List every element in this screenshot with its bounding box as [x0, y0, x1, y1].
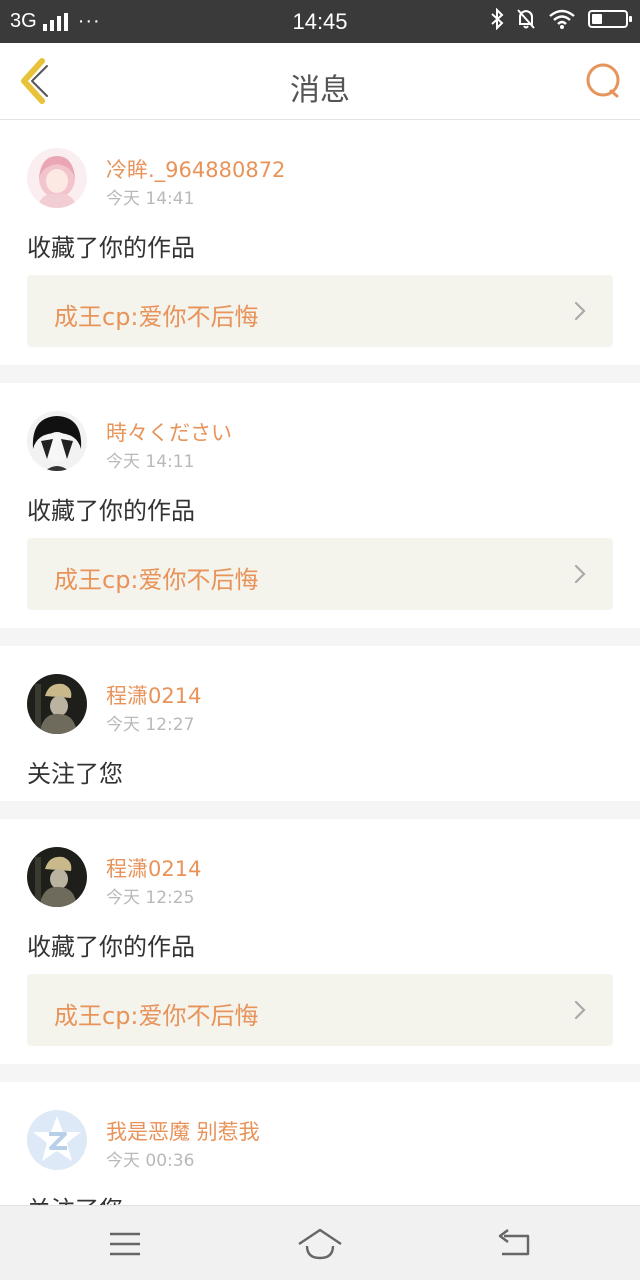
chevron-right-icon	[574, 564, 586, 584]
avatar[interactable]	[27, 411, 87, 471]
timestamp: 今天 12:25	[106, 888, 195, 908]
notification-card[interactable]: 時々ください 今天 14:11 收藏了你的作品 成王cp:爱你不后悔	[0, 383, 640, 628]
chevron-right-icon	[574, 301, 586, 321]
chevron-right-icon	[574, 1000, 586, 1020]
action-text: 收藏了你的作品	[27, 497, 195, 525]
work-title: 成王cp:爱你不后悔	[54, 303, 259, 331]
avatar[interactable]	[27, 148, 87, 208]
timestamp: 今天 14:11	[106, 452, 195, 472]
avatar[interactable]	[27, 847, 87, 907]
username[interactable]: 程潇0214	[106, 853, 201, 883]
notification-card[interactable]: 冷眸._964880872 今天 14:41 收藏了你的作品 成王cp:爱你不后…	[0, 120, 640, 365]
username[interactable]: 程潇0214	[106, 680, 201, 710]
search-icon	[586, 63, 620, 98]
app-header: 消息	[0, 43, 640, 120]
system-nav-bar	[0, 1205, 640, 1280]
avatar[interactable]	[27, 1110, 87, 1170]
menu-icon	[110, 1232, 140, 1256]
work-title: 成王cp:爱你不后悔	[54, 1002, 259, 1030]
action-text: 关注了您	[27, 760, 123, 788]
page-title: 消息	[290, 73, 350, 108]
status-right	[490, 8, 632, 30]
search-button[interactable]	[584, 61, 624, 101]
username[interactable]: 我是恶魔 别惹我	[106, 1116, 260, 1146]
home-button[interactable]	[295, 1224, 345, 1264]
status-bar: 3G ··· 14:45	[0, 0, 640, 43]
action-text: 关注了您	[27, 1190, 123, 1205]
battery-icon	[588, 10, 632, 28]
return-icon	[498, 1229, 530, 1256]
work-link[interactable]: 成王cp:爱你不后悔	[27, 538, 613, 610]
timestamp: 今天 14:41	[106, 189, 195, 209]
action-text: 收藏了你的作品	[27, 234, 195, 262]
notification-card[interactable]: 程潇0214 今天 12:25 收藏了你的作品 成王cp:爱你不后悔	[0, 819, 640, 1064]
avatar[interactable]	[27, 674, 87, 734]
timestamp: 今天 00:36	[106, 1151, 195, 1171]
notification-list[interactable]: 冷眸._964880872 今天 14:41 收藏了你的作品 成王cp:爱你不后…	[0, 120, 640, 1205]
work-link[interactable]: 成王cp:爱你不后悔	[27, 275, 613, 347]
work-title: 成王cp:爱你不后悔	[54, 566, 259, 594]
action-text: 收藏了你的作品	[27, 933, 195, 961]
wifi-icon	[549, 9, 575, 29]
home-icon	[298, 1228, 342, 1260]
username[interactable]: 冷眸._964880872	[106, 154, 285, 184]
notification-card[interactable]: 程潇0214 今天 12:27 关注了您	[0, 646, 640, 801]
bell-off-icon	[517, 9, 535, 29]
menu-button[interactable]	[100, 1224, 150, 1264]
timestamp: 今天 12:27	[106, 715, 195, 735]
default-avatar-icon	[27, 1110, 87, 1170]
bluetooth-icon	[491, 8, 504, 30]
notification-card[interactable]: 我是恶魔 别惹我 今天 00:36 关注了您	[0, 1082, 640, 1205]
battery-level	[592, 14, 602, 24]
return-button[interactable]	[490, 1224, 540, 1264]
work-link[interactable]: 成王cp:爱你不后悔	[27, 974, 613, 1046]
username[interactable]: 時々ください	[106, 417, 232, 447]
